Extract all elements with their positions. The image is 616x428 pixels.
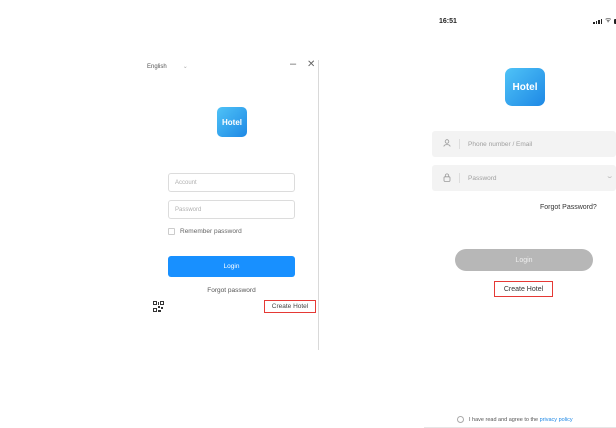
privacy-policy-link[interactable]: privacy policy [540,417,573,423]
chevron-down-icon: ⌄ [182,64,188,70]
mobile-create-hotel-label: Create Hotel [503,285,544,293]
mobile-forgot-password-link[interactable]: Forgot Password? [540,204,597,211]
mobile-password-placeholder: Password [468,174,497,182]
eye-closed-icon[interactable]: ⌣ [607,174,612,182]
remember-label: Remember password [180,228,242,235]
mobile-password-input[interactable]: Password ⌣ [432,165,616,191]
minimize-icon[interactable]: – [290,59,296,70]
remember-password-checkbox[interactable]: Remember password [168,228,242,235]
phone-placeholder: Phone number / Email [468,140,533,148]
app-logo: Hotel [217,107,247,137]
signal-icon [593,19,602,24]
forgot-label: Forgot password [207,287,256,294]
checkbox-box[interactable] [168,228,175,235]
login-button[interactable]: Login [168,256,295,277]
logo-text: Hotel [222,117,242,127]
password-input[interactable]: Password [168,200,295,219]
mobile-login-label: Login [515,256,533,264]
phone-email-input[interactable]: Phone number / Email [432,131,616,157]
status-time: 16:51 [439,18,457,25]
login-label: Login [223,263,240,270]
language-label: English [147,63,167,70]
password-placeholder: Password [175,207,202,213]
mobile-login-button[interactable]: Login [455,249,593,271]
window-border [318,60,319,350]
forgot-password-link[interactable]: Forgot password [168,287,295,294]
lock-icon [439,173,455,184]
close-icon[interactable]: ✕ [307,59,315,70]
wifi-icon: ᯤ [605,17,612,24]
agree-radio[interactable] [457,416,464,423]
mobile-create-hotel-link[interactable]: Create Hotel [494,281,553,297]
account-placeholder: Account [175,180,197,186]
agree-text: I have read and agree to the [469,416,540,423]
create-hotel-link[interactable]: Create Hotel [264,300,316,313]
field-divider [459,139,460,149]
privacy-agreement[interactable]: I have read and agree to the privacy pol… [457,416,573,423]
field-divider [459,173,460,183]
language-selector[interactable]: English ⌄ [147,63,188,71]
status-bar-icons: ᯤ [593,17,616,24]
logo-text-mobile: Hotel [512,81,538,93]
mobile-forgot-label: Forgot Password? [540,204,597,211]
create-hotel-label: Create Hotel [271,303,309,310]
user-icon [439,139,455,149]
app-logo-mobile: Hotel [505,68,545,106]
qr-code-icon[interactable] [153,301,164,312]
account-input[interactable]: Account [168,173,295,192]
